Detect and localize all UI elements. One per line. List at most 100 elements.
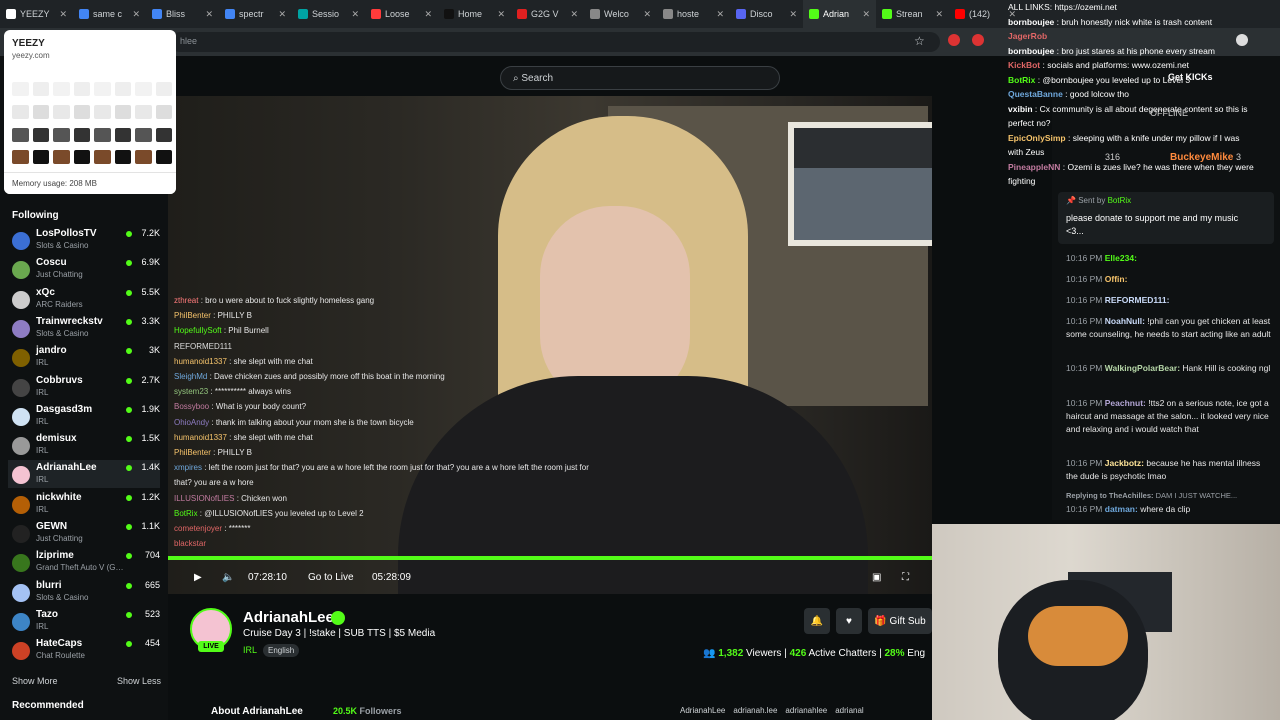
url-field[interactable]: hlee [170,32,940,52]
close-tab-icon[interactable]: ✕ [862,9,870,20]
close-tab-icon[interactable]: ✕ [59,9,67,20]
sidebar-channel[interactable]: Tazo IRL 523 [8,607,160,635]
sidebar-channel[interactable]: HateCaps Chat Roulette 454 [8,636,160,664]
browser-tab[interactable]: Strean ✕ [876,0,949,28]
gift-sub-button[interactable]: 🎁 Gift Sub [868,608,932,634]
social-link[interactable]: AdrianahLee [680,706,725,715]
close-tab-icon[interactable]: ✕ [570,9,578,20]
browser-tab[interactable]: G2G V ✕ [511,0,584,28]
theater-icon[interactable]: ▣ [872,572,881,583]
browser-tab[interactable]: Loose ✕ [365,0,438,28]
close-tab-icon[interactable]: ✕ [351,9,359,20]
close-tab-icon[interactable]: ✕ [716,9,724,20]
preview-product [12,82,29,96]
video-chat-line: blackstar [174,539,207,549]
video-painting [788,122,932,246]
video-hoodie [398,376,868,594]
show-less-link[interactable]: Show Less [117,676,161,686]
close-tab-icon[interactable]: ✕ [497,9,505,20]
tab-favicon-icon [79,9,89,19]
preview-product [53,150,70,165]
browser-tab[interactable]: Bliss ✕ [146,0,219,28]
volume-icon[interactable]: 🔈 [222,572,234,583]
video-chat-line: Bossyboo : What is your body count? [174,402,307,412]
close-tab-icon[interactable]: ✕ [205,9,213,20]
close-tab-icon[interactable]: ✕ [643,9,651,20]
viewers-icon: 👥 [703,648,716,659]
play-icon[interactable]: ▶ [194,572,202,583]
extension-icon[interactable] [948,34,960,46]
sidebar-channel[interactable]: xQc ARC Raiders 5.5K [8,285,160,313]
tab-favicon-icon [955,9,965,19]
bookmark-star-icon[interactable]: ☆ [914,34,925,48]
video-player[interactable] [168,96,932,594]
overlay-chat-line: vxibin : Cx community is all about degen… [1008,103,1248,114]
avatar [12,261,30,280]
profile-avatar[interactable] [1236,34,1248,46]
follow-heart-button[interactable]: ♥ [836,608,862,634]
video-chat-line: humanoid1337 : she slept with me chat [174,432,313,442]
sidebar-channel[interactable]: jandro IRL 3K [8,343,160,371]
close-tab-icon[interactable]: ✕ [132,9,140,20]
chat-message: 10:16 PM datman: where da clip [1066,504,1191,514]
extension-icon[interactable] [972,34,984,46]
browser-tab[interactable]: YEEZY ✕ [0,0,73,28]
sidebar-channel[interactable]: Cobbruvs IRL 2.7K [8,373,160,401]
sidebar-channel[interactable]: nickwhite IRL 1.2K [8,490,160,518]
get-kicks-button[interactable]: Get KICKs [1168,72,1213,82]
avatar [12,290,30,309]
fullscreen-icon[interactable]: ⛶ [902,572,909,583]
browser-tab[interactable]: spectr ✕ [219,0,292,28]
sidebar-channel[interactable]: lziprime Grand Theft Auto V (G… 704 [8,548,160,576]
live-dot-icon [126,289,132,296]
sidebar-channel[interactable]: AdrianahLee IRL 1.4K [8,460,160,489]
channel-name[interactable]: AdrianahLee [243,609,334,626]
social-link[interactable]: adrianahlee [785,706,827,715]
preview-product [32,150,49,165]
browser-tab[interactable]: same c ✕ [73,0,146,28]
browser-tab[interactable]: Sessio ✕ [292,0,365,28]
browser-tab[interactable]: Adrian ✕ [803,0,876,28]
verified-icon [331,611,345,625]
tab-favicon-icon [371,9,381,19]
avatar [12,378,30,397]
sidebar-channel[interactable]: LosPollosTV Slots & Casino 7.2K [8,226,160,254]
chat-message: 10:16 PM WalkingPolarBear: Hank Hill is … [1066,363,1271,373]
preview-product [53,127,70,142]
notification-bell-button[interactable]: 🔔 [804,608,830,634]
avatar [12,349,30,368]
close-tab-icon[interactable]: ✕ [278,9,286,20]
progress-bar[interactable] [168,556,932,560]
pinned-message: 📌 Sent by BotRix please donate to suppor… [1058,192,1274,244]
tab-favicon-icon [444,9,454,19]
browser-tab[interactable]: hoste ✕ [657,0,730,28]
preview-product [73,104,90,119]
show-more-link[interactable]: Show More [12,676,58,686]
sidebar-channel[interactable]: Trainwreckstv Slots & Casino 3.3K [8,314,160,342]
sidebar-channel[interactable]: blurri Slots & Casino 665 [8,578,160,606]
sidebar-channel[interactable]: demisux IRL 1.5K [8,431,160,459]
video-chat-line: humanoid1337 : she slept with me chat [174,356,313,366]
sidebar-channel[interactable]: GEWN Just Chatting 1.1K [8,519,160,547]
live-dot-icon [126,611,132,618]
browser-tab[interactable]: Welco ✕ [584,0,657,28]
search-input[interactable]: ⌕ Search [500,66,780,90]
language-tag[interactable]: English [263,644,300,657]
go-to-live-button[interactable]: Go to Live [308,572,354,583]
close-tab-icon[interactable]: ✕ [424,9,432,20]
close-tab-icon[interactable]: ✕ [789,9,797,20]
live-dot-icon [126,348,132,355]
live-dot-icon [126,260,132,267]
preview-product [135,127,152,142]
sidebar-channel[interactable]: Dasgasd3m IRL 1.9K [8,402,160,430]
close-tab-icon[interactable]: ✕ [935,9,943,20]
browser-tab[interactable]: Disco ✕ [730,0,803,28]
category-link[interactable]: IRL [243,645,257,655]
preview-product [155,150,172,165]
tab-favicon-icon [809,9,819,19]
overlay-chat-line: bornboujee : bruh honestly nick white is… [1008,16,1213,27]
social-link[interactable]: adrianal [835,706,863,715]
sidebar-channel[interactable]: Coscu Just Chatting 6.9K [8,255,160,283]
browser-tab[interactable]: Home ✕ [438,0,511,28]
social-link[interactable]: adrianah.lee [733,706,777,715]
